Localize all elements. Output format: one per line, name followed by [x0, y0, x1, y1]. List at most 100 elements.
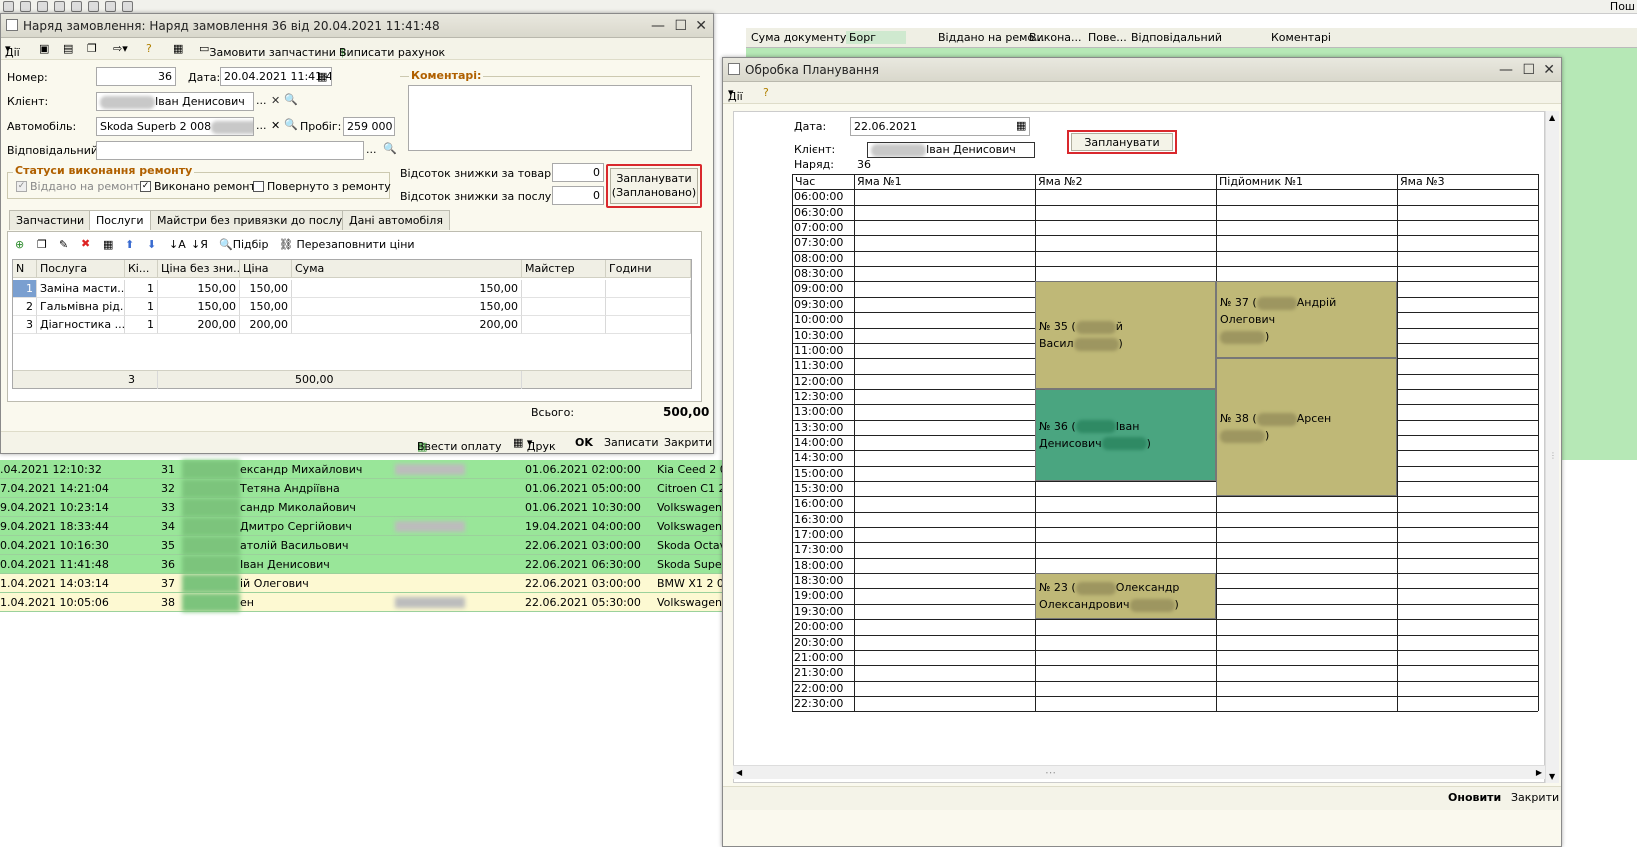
horizontal-scrollbar[interactable]: ◀ ⋯ ▶ — [733, 765, 1545, 779]
goto-icon[interactable]: ⇨▾ — [113, 42, 128, 55]
table-cell[interactable] — [522, 316, 606, 334]
calendar-icon[interactable]: ▦ — [1016, 119, 1026, 132]
refresh-icon[interactable] — [3, 1, 14, 12]
table-cell[interactable]: 1 — [125, 316, 158, 334]
table-cell[interactable]: 200,00 — [292, 316, 522, 334]
table-cell[interactable] — [522, 298, 606, 316]
bg-col-header[interactable]: Борг — [846, 31, 907, 44]
table-cell[interactable] — [522, 280, 606, 298]
number-field[interactable]: 36 — [96, 67, 176, 86]
scroll-right-icon[interactable]: ▶ — [1536, 768, 1542, 777]
table-cell[interactable]: 1 — [13, 280, 37, 298]
scroll-down-icon[interactable]: ▼ — [1549, 772, 1555, 781]
actions-menu[interactable]: Дії ▾ — [728, 86, 743, 103]
date-field[interactable]: 20.04.2021 11:41:4 — [220, 67, 332, 86]
sort-asc-icon[interactable]: ↓A — [169, 238, 186, 251]
table-cell[interactable]: Заміна масти... — [37, 280, 125, 298]
grid-col-header[interactable]: Кі... — [125, 260, 158, 278]
select-icon[interactable]: ... — [256, 119, 267, 132]
select-icon[interactable]: ... — [256, 94, 267, 107]
table-cell[interactable]: 200,00 — [158, 316, 240, 334]
comments-field[interactable] — [408, 85, 692, 151]
delete-icon[interactable]: ✖ — [81, 237, 90, 250]
table-cell[interactable]: 150,00 — [292, 280, 522, 298]
grid-col-header[interactable]: Майстер — [522, 260, 606, 278]
plan-button[interactable]: Запланувати (Заплановано) — [610, 168, 698, 204]
grid-col-header[interactable]: Ціна без зни... — [158, 260, 244, 278]
bg-col-header[interactable]: Відповідальний — [1131, 31, 1222, 44]
car-field[interactable]: Skoda Superb 2 008 — [96, 117, 254, 136]
grid-col-header[interactable]: Ціна — [240, 260, 292, 278]
status-done-checkbox[interactable]: ✓ — [140, 181, 151, 192]
minimize-icon[interactable]: — — [1499, 62, 1513, 78]
table-cell[interactable]: 1 — [125, 280, 158, 298]
table-cell[interactable] — [606, 298, 691, 316]
table-cell[interactable]: 150,00 — [240, 298, 292, 316]
refresh-button[interactable]: Оновити — [1448, 791, 1501, 804]
order-parts-button[interactable]: ▭ Замовити запчастини — [199, 42, 336, 59]
bg-col-header[interactable]: Коментарі — [1271, 31, 1331, 44]
scroll-left-icon[interactable]: ◀ — [736, 768, 742, 777]
list-item[interactable]: .04.2021 12:10:32 31 ександр Михайлович 01.… — [0, 460, 760, 479]
clear-icon[interactable]: ✕ — [271, 119, 280, 132]
ok-button[interactable]: OK — [575, 436, 593, 449]
edit-icon[interactable]: ✎ — [59, 238, 68, 251]
plan-client-field[interactable]: Іван Денисович — [867, 142, 1035, 158]
vertical-scrollbar[interactable]: ▲ ⋮ ▼ — [1545, 111, 1559, 783]
mileage-field[interactable]: 259 000 — [343, 117, 395, 136]
client-field[interactable]: Іван Денисович — [96, 92, 254, 111]
list-item[interactable]: 0.04.2021 10:16:30 35 атолій Васильович 22.… — [0, 536, 760, 555]
move-down-icon[interactable]: ⬇ — [147, 238, 156, 251]
tab-services[interactable]: Послуги — [89, 210, 151, 230]
select-icon[interactable]: ... — [366, 143, 377, 156]
status-returned-checkbox[interactable] — [253, 181, 264, 192]
scroll-up-icon[interactable]: ▲ — [1549, 113, 1555, 122]
maximize-icon[interactable]: ☐ — [674, 18, 687, 34]
move-up-icon[interactable]: ⬆ — [125, 238, 134, 251]
table-cell[interactable] — [606, 316, 691, 334]
structure-icon[interactable] — [71, 1, 82, 12]
open-icon[interactable]: 🔍 — [284, 93, 298, 106]
table-cell[interactable]: Діагностика ... — [37, 316, 125, 334]
plan-date-field[interactable]: 22.06.2021 — [850, 117, 1030, 136]
refill-prices-button[interactable]: ⛓ Перезаповнити ціни — [279, 238, 415, 251]
scroll-thumb[interactable]: ⋮ — [1549, 451, 1557, 460]
table-cell[interactable]: 150,00 — [158, 298, 240, 316]
table-cell[interactable]: 150,00 — [292, 298, 522, 316]
open-icon[interactable]: 🔍 — [383, 142, 397, 155]
copy-icon[interactable]: ❐ — [37, 238, 47, 251]
sort-desc-icon[interactable]: ↓Я — [191, 238, 208, 251]
post-icon[interactable]: ▣ — [39, 42, 49, 55]
grid-col-header[interactable]: Години — [606, 260, 691, 278]
bg-col-header[interactable]: Сума документу — [751, 31, 846, 44]
delete-icon[interactable] — [54, 1, 65, 12]
list-item[interactable]: 7.04.2021 14:21:04 32 Тетяна Андріївна 01.0… — [0, 479, 760, 498]
edit-icon[interactable] — [37, 1, 48, 12]
open-icon[interactable]: 🔍 — [284, 118, 298, 131]
actions-menu[interactable]: Дії ▾ — [5, 42, 20, 59]
tab-car-data[interactable]: Дані автомобіля — [342, 210, 450, 230]
table-cell[interactable]: 200,00 — [240, 316, 292, 334]
schedule-button[interactable]: Запланувати — [1071, 133, 1173, 151]
maximize-icon[interactable]: ☐ — [1522, 62, 1535, 78]
table-cell[interactable]: Гальмівна рід... — [37, 298, 125, 316]
bg-col-header[interactable]: Пове... — [1088, 31, 1127, 44]
close-icon[interactable]: ✕ — [1543, 62, 1555, 78]
table-cell[interactable]: 150,00 — [240, 280, 292, 298]
table-cell[interactable]: 1 — [125, 298, 158, 316]
close-button[interactable]: Закрити — [664, 436, 712, 449]
booking-block[interactable]: № 36 (Іван Денисович) — [1035, 388, 1216, 481]
table-cell[interactable]: 150,00 — [158, 280, 240, 298]
grid-col-header[interactable]: Сума — [292, 260, 522, 278]
discount-services-field[interactable]: 0 — [552, 186, 604, 205]
filter-clear-icon[interactable] — [105, 1, 116, 12]
table-cell[interactable] — [606, 280, 691, 298]
discount-goods-field[interactable]: 0 — [552, 163, 604, 182]
bg-col-header[interactable]: Викона... — [1029, 31, 1082, 44]
help-icon[interactable]: ? — [146, 42, 152, 55]
help-icon[interactable]: ? — [763, 86, 769, 99]
close-icon[interactable]: ✕ — [695, 18, 707, 34]
booking-block[interactable]: № 35 (й Васил) — [1035, 281, 1216, 389]
filter-icon[interactable] — [88, 1, 99, 12]
copy-doc-icon[interactable]: ❐ — [87, 42, 97, 55]
